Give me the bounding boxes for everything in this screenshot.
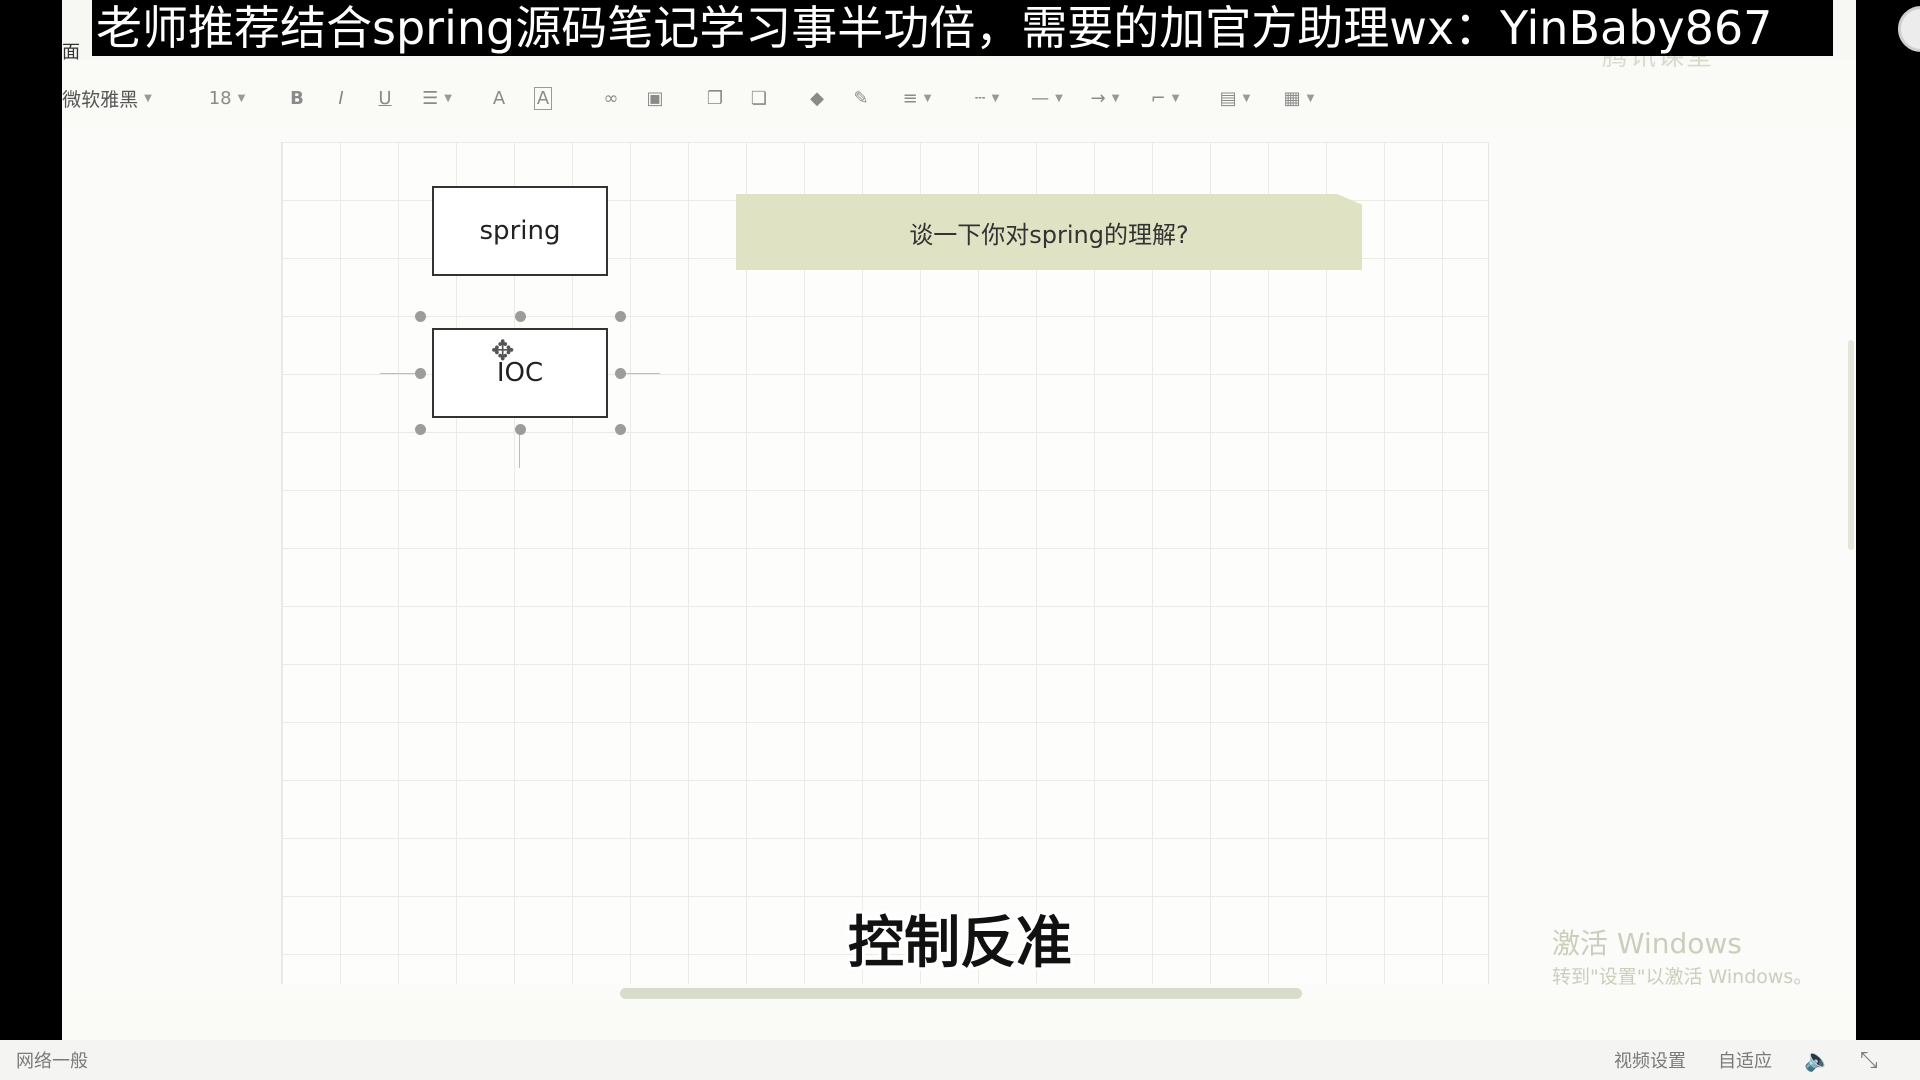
vertical-scrollbar[interactable] (1848, 340, 1854, 550)
highlight-icon: A (533, 86, 553, 110)
horizontal-scrollbar[interactable] (620, 988, 1302, 999)
dash-style-icon: ┄ (974, 87, 986, 109)
chevron-down-icon: ▼ (237, 92, 246, 104)
format-toolbar: 微软雅黑 ▼ 18 ▼ B I U ☰ ▼ A A ∞ ▣ ❐ ❏ ◆ ✎ ≡ ▼ … (62, 74, 1856, 122)
arrow-right-icon: → (1090, 87, 1106, 109)
chevron-down-icon: ▼ (1055, 92, 1063, 104)
avatar (1898, 6, 1920, 52)
ioc-node[interactable]: IOC (432, 328, 608, 418)
fill-color-icon[interactable]: ◆ (802, 74, 832, 122)
chevron-down-icon: ▼ (1111, 92, 1120, 104)
resize-handle-bottom-right[interactable] (615, 424, 626, 435)
chevron-down-icon: ▼ (991, 92, 1000, 104)
menu-fragment[interactable]: 面 (62, 38, 80, 64)
line-width-icon: ≡ (902, 87, 918, 109)
resize-handle-right[interactable] (615, 368, 626, 379)
resize-handle-bottom[interactable] (515, 424, 526, 435)
guide-line-right (624, 373, 660, 374)
network-status: 网络一般 (16, 1051, 88, 1072)
video-settings-button[interactable]: 视频设置 (1614, 1040, 1686, 1080)
move-cursor-icon: ✥ (491, 334, 515, 367)
font-size-value: 18 (208, 87, 232, 109)
arrow-style-button[interactable]: → ▼ (1080, 74, 1130, 122)
resize-handle-left[interactable] (415, 368, 426, 379)
line-color-icon[interactable]: ✎ (844, 74, 878, 122)
image-icon[interactable]: ▣ (640, 74, 670, 122)
font-size-select[interactable]: 18 ▼ (192, 74, 262, 122)
arrange-icon: ▤ (1219, 87, 1237, 109)
fit-screen-button[interactable]: 自适应 (1718, 1040, 1772, 1080)
font-family-select[interactable]: 微软雅黑 ▼ (62, 74, 152, 122)
chevron-down-icon: ▼ (444, 92, 452, 104)
font-family-value: 微软雅黑 (62, 88, 139, 111)
text-align-button[interactable]: ☰ ▼ (412, 74, 462, 122)
chevron-down-icon: ▼ (923, 92, 932, 104)
line-width-button[interactable]: ≡ ▼ (892, 74, 942, 122)
align-icon: ☰ (422, 87, 439, 109)
underline-button[interactable]: U (370, 74, 400, 122)
line-icon: — (1031, 87, 1050, 109)
resize-handle-top-right[interactable] (615, 311, 626, 322)
send-back-icon[interactable]: ❏ (744, 74, 774, 122)
promo-banner: 老师推荐结合spring源码笔记学习事半功倍，需要的加官方助理wx：YinBab… (92, 0, 1833, 56)
table-icon: ▦ (1283, 87, 1301, 109)
table-button[interactable]: ▦ ▼ (1274, 74, 1324, 122)
exit-fullscreen-icon[interactable]: ⤡ (1860, 1040, 1878, 1080)
bold-button[interactable]: B (282, 74, 312, 122)
editor-window: 面 腾讯课堂 微软雅黑 ▼ 18 ▼ B I U ☰ ▼ A A ∞ ▣ ❐ ❏ … (62, 0, 1856, 1040)
volume-icon[interactable]: 🔈 (1804, 1040, 1831, 1080)
highlight-button[interactable]: A (528, 74, 558, 122)
arrange-button[interactable]: ▤ ▼ (1210, 74, 1260, 122)
question-note[interactable]: 谈一下你对spring的理解? (736, 194, 1362, 270)
resize-handle-bottom-left[interactable] (415, 424, 426, 435)
link-icon[interactable]: ∞ (594, 74, 628, 122)
connector-icon: ⌐ (1150, 87, 1166, 109)
diagram-page[interactable]: spring IOC ✥ 谈一下你对spring的理解? (281, 142, 1489, 984)
spring-node[interactable]: spring (432, 186, 608, 276)
resize-handle-top[interactable] (515, 311, 526, 322)
chevron-down-icon: ▼ (144, 92, 152, 104)
bring-front-icon[interactable]: ❐ (700, 74, 730, 122)
player-status-bar: 网络一般 视频设置 自适应 🔈 ⤡ (0, 1040, 1920, 1080)
chevron-down-icon: ▼ (1306, 92, 1315, 104)
guide-line-bottom (519, 432, 520, 468)
chevron-down-icon: ▼ (1242, 92, 1251, 104)
resize-handle-top-left[interactable] (415, 311, 426, 322)
canvas-area[interactable]: spring IOC ✥ 谈一下你对spring的理解? (62, 128, 1856, 1000)
guide-line-left (380, 373, 416, 374)
connector-style-button[interactable]: ⌐ ▼ (1140, 74, 1190, 122)
line-style-button[interactable]: ┄ ▼ (962, 74, 1012, 122)
line-type-button[interactable]: — ▼ (1022, 74, 1072, 122)
font-color-button[interactable]: A (484, 74, 514, 122)
chevron-down-icon: ▼ (1171, 92, 1180, 104)
video-subtitle: 控制反准 (848, 911, 1072, 976)
italic-button[interactable]: I (326, 74, 356, 122)
